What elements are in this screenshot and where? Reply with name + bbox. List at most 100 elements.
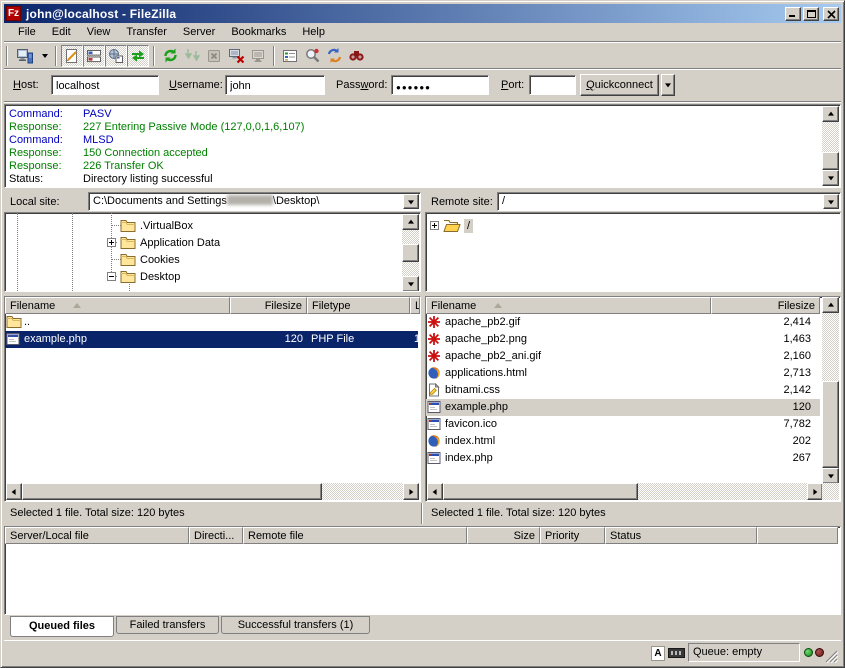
column-header-filename[interactable]: Filename — [426, 297, 711, 314]
tree-item-root[interactable]: / — [430, 217, 473, 234]
tab-queued-files[interactable]: Queued files — [10, 616, 114, 637]
toolbar-separator — [273, 46, 275, 66]
filter-button[interactable] — [279, 45, 301, 67]
local-list-hscrollbar[interactable] — [6, 483, 419, 500]
menu-bookmarks[interactable]: Bookmarks — [223, 24, 294, 41]
queue-column-filler — [757, 527, 838, 544]
file-row[interactable]: index.html202 — [426, 433, 820, 450]
resize-grip[interactable] — [825, 650, 838, 663]
sort-ascending-icon — [494, 303, 502, 308]
filezilla-app-icon: Fz — [6, 6, 21, 21]
html-file-icon — [427, 434, 441, 448]
menu-help[interactable]: Help — [294, 24, 333, 41]
sync-browsing-icon — [326, 47, 343, 64]
refresh-button[interactable] — [159, 45, 181, 67]
username-input[interactable] — [225, 75, 325, 95]
queue-tabs: Queued files Failed transfers Successful… — [4, 616, 841, 638]
local-file-list: Filename Filesize Filetype L .. example.… — [4, 296, 421, 502]
find-files-button[interactable] — [345, 45, 367, 67]
toggle-log-view-button[interactable] — [61, 45, 83, 67]
php-file-icon — [427, 417, 441, 431]
menu-edit[interactable]: Edit — [44, 24, 79, 41]
process-queue-button[interactable] — [181, 45, 203, 67]
toolbar — [4, 43, 841, 68]
menu-view[interactable]: View — [79, 24, 119, 41]
toggle-queue-button[interactable] — [127, 45, 149, 67]
file-row[interactable]: bitnami.css2,142 — [426, 382, 820, 399]
compare-icon — [304, 47, 321, 64]
sync-browsing-button[interactable] — [323, 45, 345, 67]
expand-icon[interactable] — [107, 238, 116, 247]
compare-button[interactable] — [301, 45, 323, 67]
css-file-icon — [427, 383, 441, 397]
remote-site-header: Remote site: / — [425, 192, 841, 211]
folder-icon — [6, 315, 22, 328]
toggle-local-tree-button[interactable] — [83, 45, 105, 67]
column-header-filename[interactable]: Filename — [5, 297, 230, 314]
tree-item-application-data[interactable]: Application Data — [120, 234, 220, 251]
disconnect-icon — [228, 47, 245, 64]
local-tree-scrollbar[interactable] — [402, 214, 419, 292]
menu-file[interactable]: File — [10, 24, 44, 41]
local-tree: .VirtualBox Application Data Cookies Des… — [4, 212, 421, 292]
log-line: Response:150 Connection accepted — [9, 147, 208, 159]
tree-item-desktop[interactable]: Desktop — [120, 268, 180, 285]
column-header-filetype[interactable]: Filetype — [307, 297, 410, 314]
port-input[interactable] — [529, 75, 576, 95]
remote-list-vscrollbar[interactable] — [822, 297, 839, 484]
queue-column-direction[interactable]: Directi... — [189, 527, 243, 544]
remote-site-combo[interactable]: / — [497, 192, 841, 211]
tab-successful-transfers[interactable]: Successful transfers (1) — [221, 616, 370, 634]
activity-led-green — [804, 648, 813, 657]
maximize-button[interactable] — [803, 7, 819, 21]
tree-item-cookies[interactable]: Cookies — [120, 251, 180, 268]
queue-column-server-local[interactable]: Server/Local file — [5, 527, 189, 544]
host-input[interactable] — [51, 75, 159, 95]
reconnect-button[interactable] — [247, 45, 269, 67]
quickconnect-button[interactable]: Quickconnect — [580, 74, 659, 96]
remote-site-dropdown[interactable] — [823, 194, 839, 209]
disconnect-button[interactable] — [225, 45, 247, 67]
image-file-icon — [427, 332, 441, 346]
column-header-filesize[interactable]: Filesize — [711, 297, 820, 314]
site-manager-dropdown[interactable] — [38, 45, 51, 67]
password-input[interactable] — [391, 75, 489, 95]
filter-icon — [282, 48, 298, 64]
file-row[interactable]: apache_pb2.gif2,414 — [426, 314, 820, 331]
tab-failed-transfers[interactable]: Failed transfers — [116, 616, 219, 634]
file-row[interactable]: applications.html2,713 — [426, 365, 820, 382]
remote-tree: / — [425, 212, 841, 292]
close-button[interactable] — [823, 7, 839, 21]
log-view-icon — [64, 48, 80, 64]
column-header-lastmodified[interactable]: L — [410, 297, 420, 314]
file-row[interactable]: index.php267 — [426, 450, 820, 467]
file-row[interactable]: favicon.ico7,782 — [426, 416, 820, 433]
minimize-button[interactable] — [785, 7, 801, 21]
file-row[interactable]: apache_pb2.png1,463 — [426, 331, 820, 348]
remote-list-hscrollbar[interactable] — [427, 483, 823, 500]
local-site-dropdown[interactable] — [403, 194, 419, 209]
queue-column-priority[interactable]: Priority — [540, 527, 605, 544]
collapse-icon[interactable] — [107, 272, 116, 281]
file-row-parent[interactable]: .. — [5, 314, 418, 331]
menu-transfer[interactable]: Transfer — [118, 24, 175, 41]
file-row[interactable]: apache_pb2_ani.gif2,160 — [426, 348, 820, 365]
file-row-selected[interactable]: example.php 120 PHP File 1 — [5, 331, 418, 348]
cancel-button[interactable] — [203, 45, 225, 67]
expand-icon[interactable] — [430, 221, 439, 230]
column-header-filesize[interactable]: Filesize — [230, 297, 307, 314]
queue-column-status[interactable]: Status — [605, 527, 757, 544]
menu-server[interactable]: Server — [175, 24, 223, 41]
quickconnect-dropdown[interactable] — [661, 74, 675, 96]
toolbar-separator — [153, 46, 155, 66]
redacted-username — [227, 195, 273, 205]
tree-item-virtualbox[interactable]: .VirtualBox — [120, 217, 193, 234]
site-manager-button[interactable] — [12, 45, 38, 67]
toggle-remote-tree-button[interactable] — [105, 45, 127, 67]
file-row-selected[interactable]: example.php120 — [426, 399, 820, 416]
status-divider — [421, 503, 423, 524]
log-scrollbar[interactable] — [822, 106, 839, 186]
queue-column-size[interactable]: Size — [467, 527, 540, 544]
local-site-combo[interactable]: C:\Documents and Settings\Desktop\ — [88, 192, 421, 211]
queue-column-remote-file[interactable]: Remote file — [243, 527, 467, 544]
